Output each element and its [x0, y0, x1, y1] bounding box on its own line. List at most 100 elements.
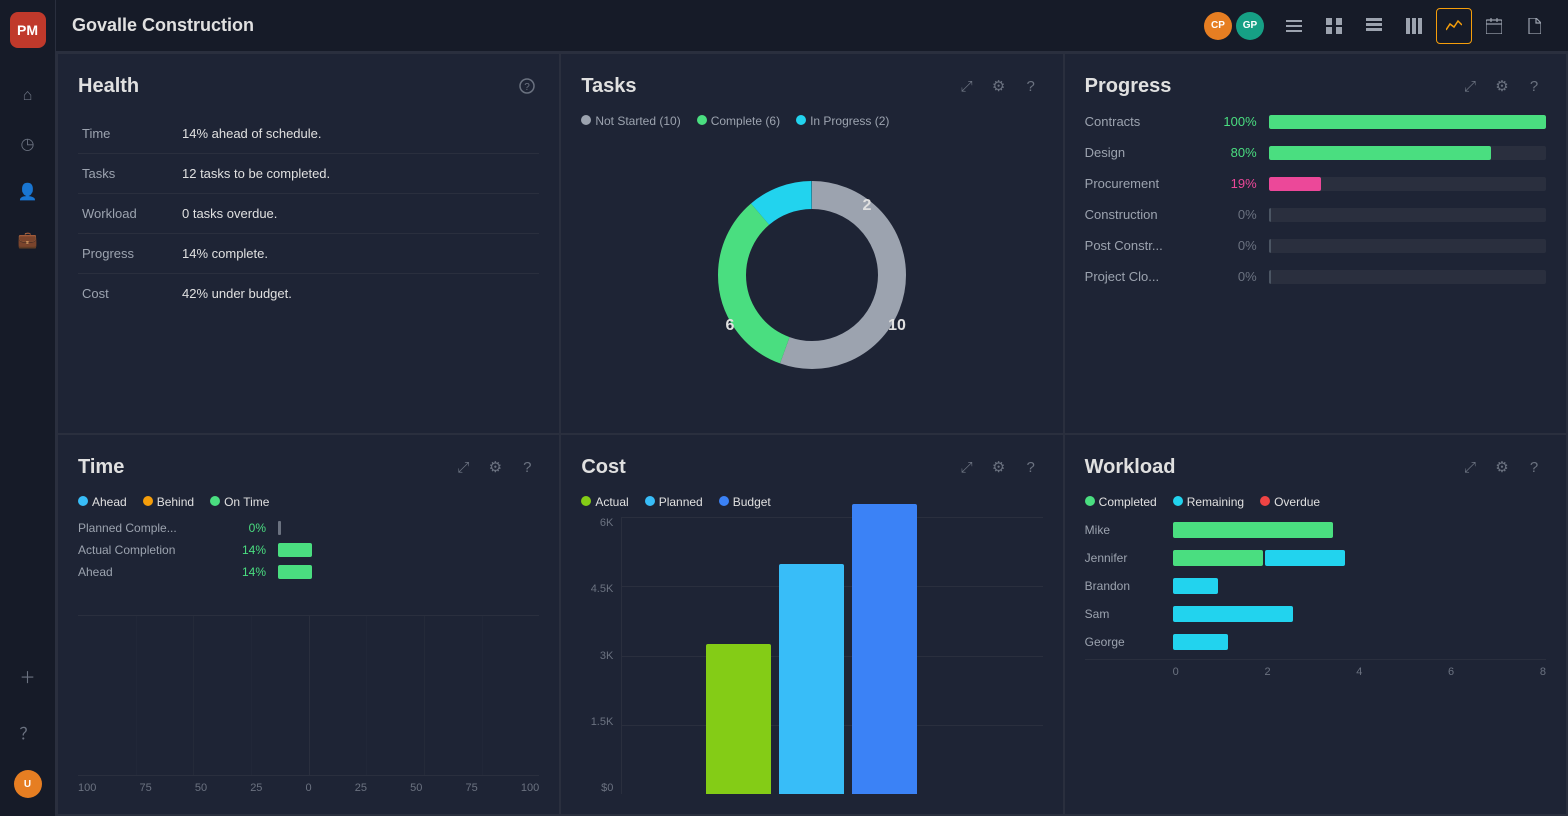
workload-bar-brandon-remaining [1173, 578, 1218, 594]
time-settings-icon[interactable]: ⚙ [483, 455, 507, 479]
progress-row-construction: Construction 0% [1085, 207, 1546, 222]
progress-label-design: Design [1085, 145, 1205, 160]
workload-help-icon[interactable]: ? [1522, 455, 1546, 479]
time-title: Time [78, 456, 451, 479]
health-value-cost: 42% under budget. [178, 274, 539, 314]
avatar-gp[interactable]: GP [1236, 12, 1264, 40]
progress-expand-icon[interactable]: ⤢ [1458, 74, 1482, 98]
progress-label-contracts: Contracts [1085, 114, 1205, 129]
sidebar-item-recent[interactable]: ◷ [10, 126, 46, 162]
time-pct-planned: 0% [226, 521, 266, 535]
health-row-cost: Cost 42% under budget. [78, 274, 539, 314]
tasks-title: Tasks [581, 75, 954, 98]
progress-row-procurement: Procurement 19% [1085, 176, 1546, 191]
sidebar-bottom: ＋ ？ U [10, 652, 46, 804]
time-expand-icon[interactable]: ⤢ [451, 455, 475, 479]
cost-grid [621, 517, 1042, 794]
health-value-progress: 14% complete. [178, 234, 539, 274]
avatar-cp[interactable]: CP [1204, 12, 1232, 40]
progress-settings-icon[interactable]: ⚙ [1490, 74, 1514, 98]
workload-bar-jennifer-remaining [1265, 550, 1345, 566]
legend-actual: Actual [581, 495, 628, 509]
progress-label-postconstruction: Post Constr... [1085, 238, 1205, 253]
workload-title: Workload [1085, 456, 1458, 479]
sidebar-item-add[interactable]: ＋ [10, 658, 46, 694]
workload-row-jennifer: Jennifer [1085, 549, 1546, 567]
workload-label-mike: Mike [1085, 523, 1165, 537]
time-row-planned: Planned Comple... 0% [78, 521, 539, 535]
tasks-expand-icon[interactable]: ⤢ [955, 74, 979, 98]
cost-y-1k5: 1.5K [581, 716, 613, 728]
time-panel-icons: ⤢ ⚙ ? [451, 455, 539, 479]
workload-settings-icon[interactable]: ⚙ [1490, 455, 1514, 479]
board-view-button[interactable] [1396, 8, 1432, 44]
workload-label-jennifer: Jennifer [1085, 551, 1165, 565]
workload-bars-mike [1173, 521, 1333, 539]
progress-bar-construction [1269, 208, 1546, 222]
health-row-progress: Progress 14% complete. [78, 234, 539, 274]
health-table: Time 14% ahead of schedule. Tasks 12 tas… [78, 114, 539, 313]
progress-panel: Progress ⤢ ⚙ ? Contracts 100% [1064, 53, 1567, 434]
health-label-workload: Workload [78, 194, 178, 234]
list-view-button[interactable] [1276, 8, 1312, 44]
sidebar-item-portfolio[interactable]: 💼 [10, 222, 46, 258]
legend-ahead: Ahead [78, 495, 127, 509]
cost-help-icon[interactable]: ? [1019, 455, 1043, 479]
cost-chart: 6K 4.5K 3K 1.5K $0 [581, 517, 1042, 794]
cost-expand-icon[interactable]: ⤢ [955, 455, 979, 479]
time-help-icon[interactable]: ? [515, 455, 539, 479]
grid-view-button[interactable] [1316, 8, 1352, 44]
sidebar-item-help[interactable]: ？ [10, 714, 46, 750]
table-view-button[interactable] [1356, 8, 1392, 44]
cost-y-axis: 6K 4.5K 3K 1.5K $0 [581, 517, 621, 794]
chart-view-button[interactable] [1436, 8, 1472, 44]
cost-y-3k: 3K [581, 650, 613, 662]
calendar-view-button[interactable] [1476, 8, 1512, 44]
health-panel: Health ? Time 14% ahead of schedule. Tas… [57, 53, 560, 434]
progress-help-icon[interactable]: ? [1522, 74, 1546, 98]
cost-bar-planned [779, 564, 844, 794]
progress-rows: Contracts 100% Design 80% Procuremen [1085, 114, 1546, 284]
tasks-help-icon[interactable]: ? [1019, 74, 1043, 98]
workload-label-george: George [1085, 635, 1165, 649]
workload-label-sam: Sam [1085, 607, 1165, 621]
time-axis: 1007550250255075100 [78, 775, 539, 794]
legend-complete: Complete (6) [697, 114, 780, 128]
sidebar-item-home[interactable]: ⌂ [10, 78, 46, 114]
health-panel-icons: ? [515, 74, 539, 98]
workload-header: Workload ⤢ ⚙ ? [1085, 455, 1546, 479]
workload-legend: Completed Remaining Overdue [1085, 495, 1546, 509]
page-title: Govalle Construction [72, 15, 1192, 36]
sidebar: PM ⌂ ◷ 👤 💼 ＋ ？ U [0, 0, 56, 816]
workload-bar-george-remaining [1173, 634, 1228, 650]
progress-bar-projectclose [1269, 270, 1546, 284]
sidebar-item-people[interactable]: 👤 [10, 174, 46, 210]
legend-planned: Planned [645, 495, 703, 509]
legend-overdue: Overdue [1260, 495, 1320, 509]
tasks-header: Tasks ⤢ ⚙ ? [581, 74, 1042, 98]
workload-expand-icon[interactable]: ⤢ [1458, 455, 1482, 479]
time-bar-ahead [278, 565, 312, 579]
health-value-time: 14% ahead of schedule. [178, 114, 539, 154]
time-pct-actual: 14% [226, 543, 266, 557]
progress-pct-contracts: 100% [1217, 114, 1257, 129]
workload-panel-icons: ⤢ ⚙ ? [1458, 455, 1546, 479]
cost-settings-icon[interactable]: ⚙ [987, 455, 1011, 479]
tasks-settings-icon[interactable]: ⚙ [987, 74, 1011, 98]
app-logo[interactable]: PM [10, 12, 46, 48]
main-content: Govalle Construction CP GP [56, 0, 1568, 816]
file-view-button[interactable] [1516, 8, 1552, 44]
workload-bar-mike-completed [1173, 522, 1333, 538]
health-value-tasks: 12 tasks to be completed. [178, 154, 539, 194]
health-help-icon[interactable]: ? [515, 74, 539, 98]
progress-label-construction: Construction [1085, 207, 1205, 222]
donut-label-notstarted: 10 [888, 317, 906, 334]
time-chart-area [78, 615, 539, 775]
cost-panel-icons: ⤢ ⚙ ? [955, 455, 1043, 479]
time-bar-planned [278, 521, 281, 535]
time-legend: Ahead Behind On Time [78, 495, 539, 509]
health-header: Health ? [78, 74, 539, 98]
progress-bar-procurement [1269, 177, 1546, 191]
sidebar-item-user[interactable]: U [14, 770, 42, 798]
dashboard-grid: Health ? Time 14% ahead of schedule. Tas… [56, 52, 1568, 816]
